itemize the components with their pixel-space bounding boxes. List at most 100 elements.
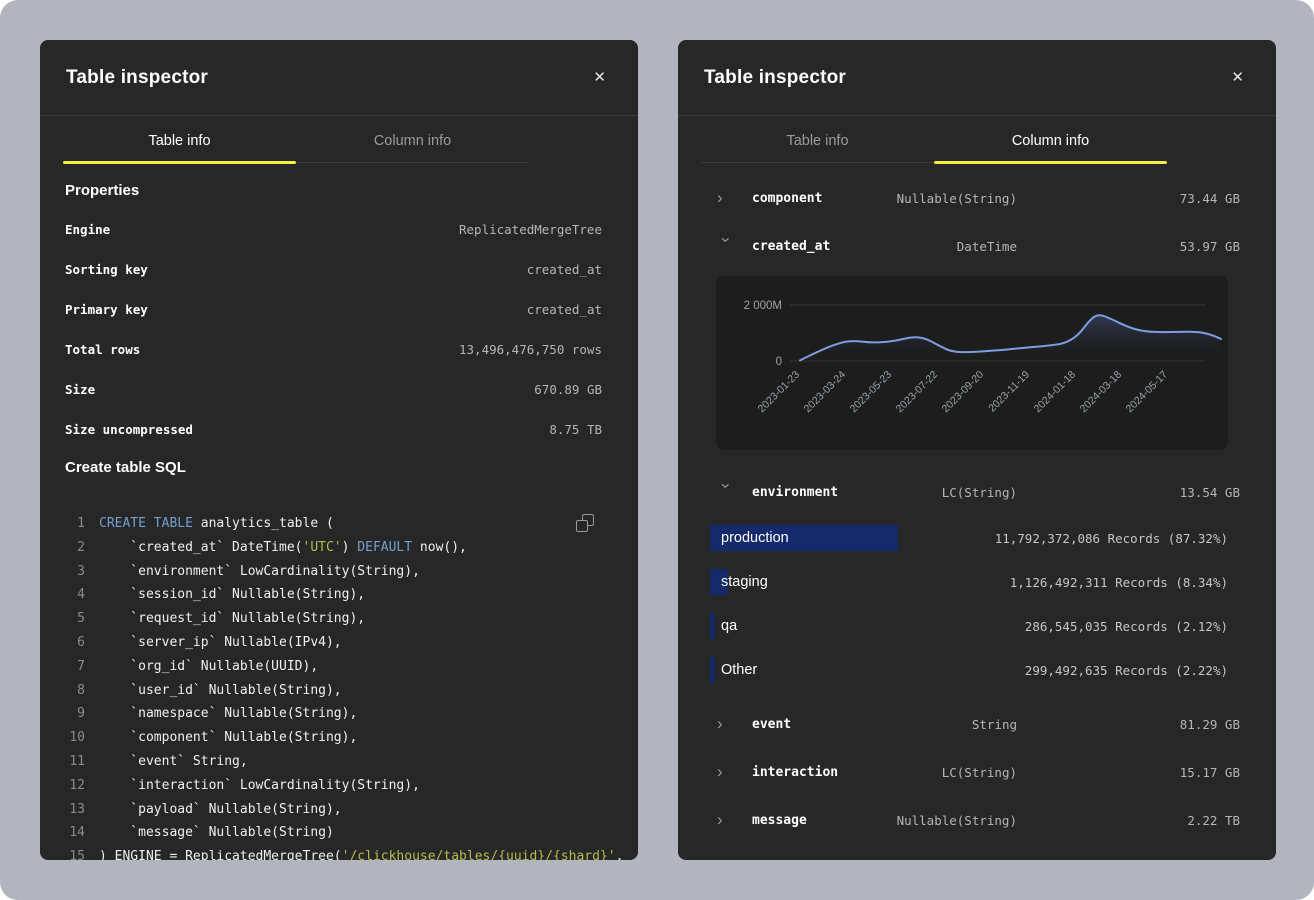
dialog-title: Table inspector xyxy=(704,67,846,89)
property-label: Size uncompressed xyxy=(65,422,193,437)
column-size: 13.54 GB xyxy=(1017,485,1240,500)
column-size: 53.97 GB xyxy=(1017,239,1240,254)
column-type: DateTime xyxy=(867,239,1017,254)
sql-code-line: 1CREATE TABLE analytics_table ( xyxy=(40,512,638,536)
close-icon: ✕ xyxy=(1231,69,1244,86)
y-tick-label: 0 xyxy=(776,356,782,368)
sql-code-text: `payload` Nullable(String), xyxy=(99,798,342,822)
column-size: 2.22 TB xyxy=(1017,813,1240,828)
sql-lines: 1CREATE TABLE analytics_table (2 `create… xyxy=(40,512,638,860)
environment-value-bar xyxy=(710,657,715,683)
close-button[interactable]: ✕ xyxy=(1227,66,1248,89)
property-value: created_at xyxy=(527,302,602,317)
tab-column-info[interactable]: Column info xyxy=(934,116,1167,162)
sql-token: `payload` Nullable(String), xyxy=(99,802,342,817)
properties-list: EngineReplicatedMergeTreeSorting keycrea… xyxy=(40,209,638,449)
line-number: 14 xyxy=(40,821,99,845)
sql-token: CREATE TABLE xyxy=(99,516,193,531)
close-icon: ✕ xyxy=(593,69,606,86)
sql-code-line: 12 `interaction` LowCardinality(String), xyxy=(40,774,638,798)
environment-value-records: 299,492,635 Records (2.22%) xyxy=(1025,663,1228,678)
property-label: Engine xyxy=(65,222,110,237)
environment-value-records: 286,545,035 Records (2.12%) xyxy=(1025,619,1228,634)
sql-code-text: `server_ip` Nullable(IPv4), xyxy=(99,631,342,655)
sql-token: now(), xyxy=(412,540,467,555)
dialog-header: Table inspector ✕ xyxy=(678,40,1276,116)
line-number: 1 xyxy=(40,512,99,536)
column-size: 15.17 GB xyxy=(1017,765,1240,780)
x-tick-label: 2023-11-19 xyxy=(986,369,1032,415)
sql-code-line: 15) ENGINE = ReplicatedMergeTree('/click… xyxy=(40,845,638,860)
sql-token: `component` Nullable(String), xyxy=(99,730,357,745)
column-name: environment xyxy=(752,485,867,500)
column-row-environment[interactable]: ›environmentLC(String)13.54 GB xyxy=(678,468,1276,516)
properties-heading: Properties xyxy=(65,181,638,201)
property-value: created_at xyxy=(527,262,602,277)
property-value: 13,496,476,750 rows xyxy=(459,342,602,357)
created-at-distribution-chart: 2 000M02023-01-232023-03-242023-05-23202… xyxy=(716,276,1228,450)
column-size: 73.44 GB xyxy=(1017,191,1240,206)
sql-token: `user_id` Nullable(String), xyxy=(99,683,342,698)
close-button[interactable]: ✕ xyxy=(589,66,610,89)
column-row-event[interactable]: ›eventString81.29 GB xyxy=(678,700,1276,748)
page-background: Table inspector ✕ Table infoColumn info … xyxy=(0,0,1314,900)
column-type: String xyxy=(867,717,1017,732)
x-tick-label: 2024-03-18 xyxy=(1078,369,1125,416)
property-value: 670.89 GB xyxy=(534,382,602,397)
tab-column-info[interactable]: Column info xyxy=(296,116,529,162)
x-tick-label: 2023-05-23 xyxy=(848,369,895,416)
chevron-down-icon: › xyxy=(718,237,734,257)
environment-value-row-production: production11,792,372,086 Records (87.32%… xyxy=(678,516,1276,560)
environment-value-label: qa xyxy=(721,618,737,634)
line-number: 8 xyxy=(40,679,99,703)
column-row-component[interactable]: ›componentNullable(String)73.44 GB xyxy=(678,174,1276,222)
property-label: Primary key xyxy=(65,302,148,317)
x-tick-label: 2023-09-20 xyxy=(940,369,987,416)
column-row-message[interactable]: ›messageNullable(String)2.22 TB xyxy=(678,796,1276,844)
sql-token: `namespace` Nullable(String), xyxy=(99,706,357,721)
line-number: 12 xyxy=(40,774,99,798)
tab-table-info[interactable]: Table info xyxy=(701,116,934,162)
sql-token: `request_id` Nullable(String), xyxy=(99,611,365,626)
property-row: Sorting keycreated_at xyxy=(40,249,638,289)
chevron-right-icon: › xyxy=(717,812,737,828)
column-name: interaction xyxy=(752,765,867,780)
sql-code-line: 2 `created_at` DateTime('UTC') DEFAULT n… xyxy=(40,536,638,560)
column-name: message xyxy=(752,813,867,828)
dialog-title: Table inspector xyxy=(66,67,208,89)
chevron-right-icon: › xyxy=(717,190,737,206)
copy-sql-button[interactable] xyxy=(576,514,594,532)
table-inspector-dialog-column-info: Table inspector ✕ Table infoColumn info … xyxy=(678,40,1276,860)
tab-bar: Table infoColumn info xyxy=(701,116,1167,163)
line-number: 11 xyxy=(40,750,99,774)
sql-code-text: `org_id` Nullable(UUID), xyxy=(99,655,318,679)
sql-code-text: `created_at` DateTime('UTC') DEFAULT now… xyxy=(99,536,467,560)
table-inspector-dialog-table-info: Table inspector ✕ Table infoColumn info … xyxy=(40,40,638,860)
x-tick-label: 2024-05-17 xyxy=(1124,369,1171,416)
line-number: 13 xyxy=(40,798,99,822)
chevron-right-icon: › xyxy=(717,764,737,780)
property-row: Size670.89 GB xyxy=(40,369,638,409)
sql-code-text: `user_id` Nullable(String), xyxy=(99,679,342,703)
environment-value-label: Other xyxy=(721,662,757,678)
sql-code-text: `component` Nullable(String), xyxy=(99,726,357,750)
tab-table-info[interactable]: Table info xyxy=(63,116,296,162)
sql-code-line: 7 `org_id` Nullable(UUID), xyxy=(40,655,638,679)
environment-values: production11,792,372,086 Records (87.32%… xyxy=(678,516,1276,692)
sql-token: analytics_table ( xyxy=(193,516,334,531)
sql-token: ) ENGINE = ReplicatedMergeTree( xyxy=(99,849,342,860)
column-type: LC(String) xyxy=(867,765,1017,780)
columns-list: ›componentNullable(String)73.44 GB›creat… xyxy=(678,163,1276,844)
column-row-interaction[interactable]: › interactionLC(String)15.17 GB xyxy=(678,748,1276,796)
sql-code-text: `interaction` LowCardinality(String), xyxy=(99,774,420,798)
x-tick-label: 2023-01-23 xyxy=(756,369,803,416)
column-row-created_at[interactable]: ›created_atDateTime53.97 GB xyxy=(678,222,1276,270)
x-tick-label: 2023-03-24 xyxy=(802,369,849,416)
environment-value-row-qa: qa 286,545,035 Records (2.12%) xyxy=(678,604,1276,648)
property-label: Total rows xyxy=(65,342,140,357)
sql-code-line: 6 `server_ip` Nullable(IPv4), xyxy=(40,631,638,655)
line-number: 3 xyxy=(40,560,99,584)
x-tick-label: 2024-01-18 xyxy=(1032,369,1079,416)
sql-token: ) xyxy=(342,540,358,555)
x-tick-label: 2023-07-22 xyxy=(894,369,941,416)
